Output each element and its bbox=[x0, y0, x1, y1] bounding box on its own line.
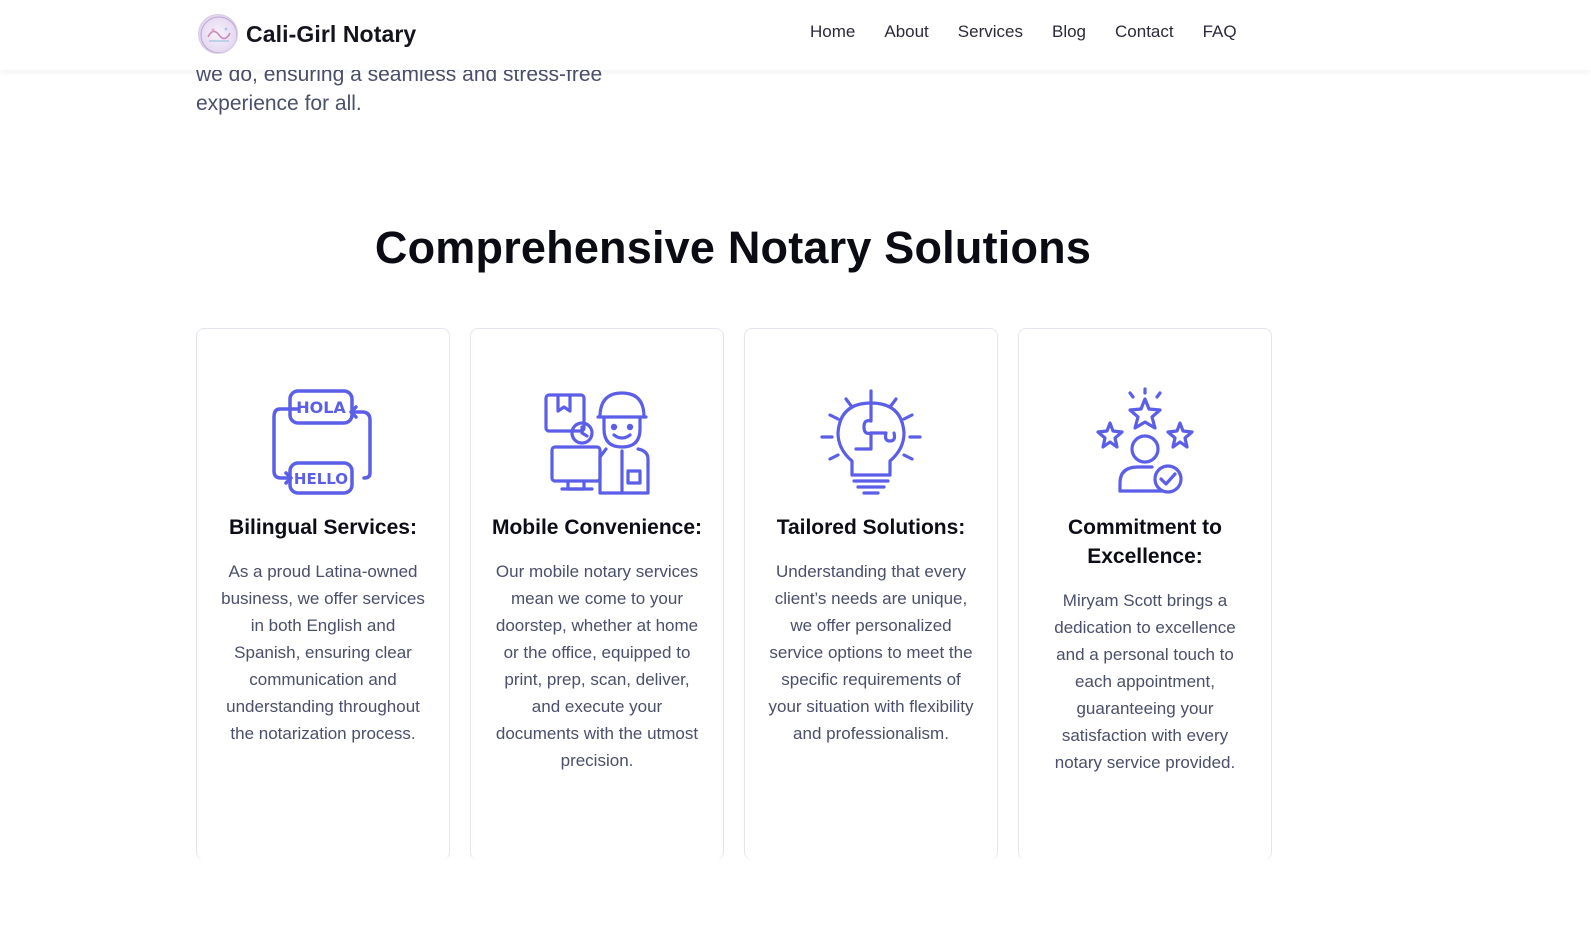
nav-services[interactable]: Services bbox=[958, 22, 1023, 42]
service-card-mobile: Mobile Convenience: Our mobile notary se… bbox=[470, 328, 724, 860]
nav-faq[interactable]: FAQ bbox=[1203, 22, 1237, 42]
card-text: Miryam Scott brings a dedication to exce… bbox=[1054, 591, 1236, 772]
card-text: As a proud Latina-owned business, we off… bbox=[221, 562, 425, 743]
nav-about[interactable]: About bbox=[884, 22, 928, 42]
brand-name: Cali-Girl Notary bbox=[246, 20, 417, 47]
card-title: Mobile Convenience: bbox=[491, 516, 703, 539]
card-title: Commitment to Excellence: bbox=[1068, 516, 1222, 568]
translation-hola-hello-icon: HOLA HELLO bbox=[272, 389, 372, 495]
lightbulb-puzzle-icon bbox=[820, 389, 922, 495]
nav-contact[interactable]: Contact bbox=[1115, 22, 1174, 42]
nav-blog[interactable]: Blog bbox=[1052, 22, 1086, 42]
person-stars-check-icon bbox=[1096, 387, 1194, 494]
nav-home[interactable]: Home bbox=[810, 22, 855, 42]
service-card-excellence: Commitment to Excellence: Miryam Scott b… bbox=[1018, 328, 1272, 860]
card-title: Bilingual Services: bbox=[229, 516, 417, 539]
services-cards: HOLA HELLO Bilingual Services: As a prou… bbox=[196, 328, 1272, 860]
brand-logo-link[interactable]: Cali-Girl Notary bbox=[198, 14, 416, 54]
section-title: Comprehensive Notary Solutions bbox=[374, 222, 1092, 273]
main-nav: Home About Services Blog Contact FAQ bbox=[810, 22, 1266, 42]
svg-text:HELLO: HELLO bbox=[294, 470, 348, 488]
svg-text:HOLA: HOLA bbox=[296, 398, 346, 417]
card-text: Our mobile notary services mean we come … bbox=[495, 562, 699, 770]
logo-icon bbox=[198, 14, 238, 54]
mobile-delivery-person-icon bbox=[544, 391, 650, 495]
service-card-tailored: Tailored Solutions: Understanding that e… bbox=[744, 328, 998, 860]
service-card-bilingual: HOLA HELLO Bilingual Services: As a prou… bbox=[196, 328, 450, 860]
site-header: Cali-Girl Notary Home About Services Blo… bbox=[0, 0, 1591, 70]
card-title: Tailored Solutions: bbox=[776, 516, 966, 539]
card-text: Understanding that every client’s needs … bbox=[768, 562, 974, 743]
